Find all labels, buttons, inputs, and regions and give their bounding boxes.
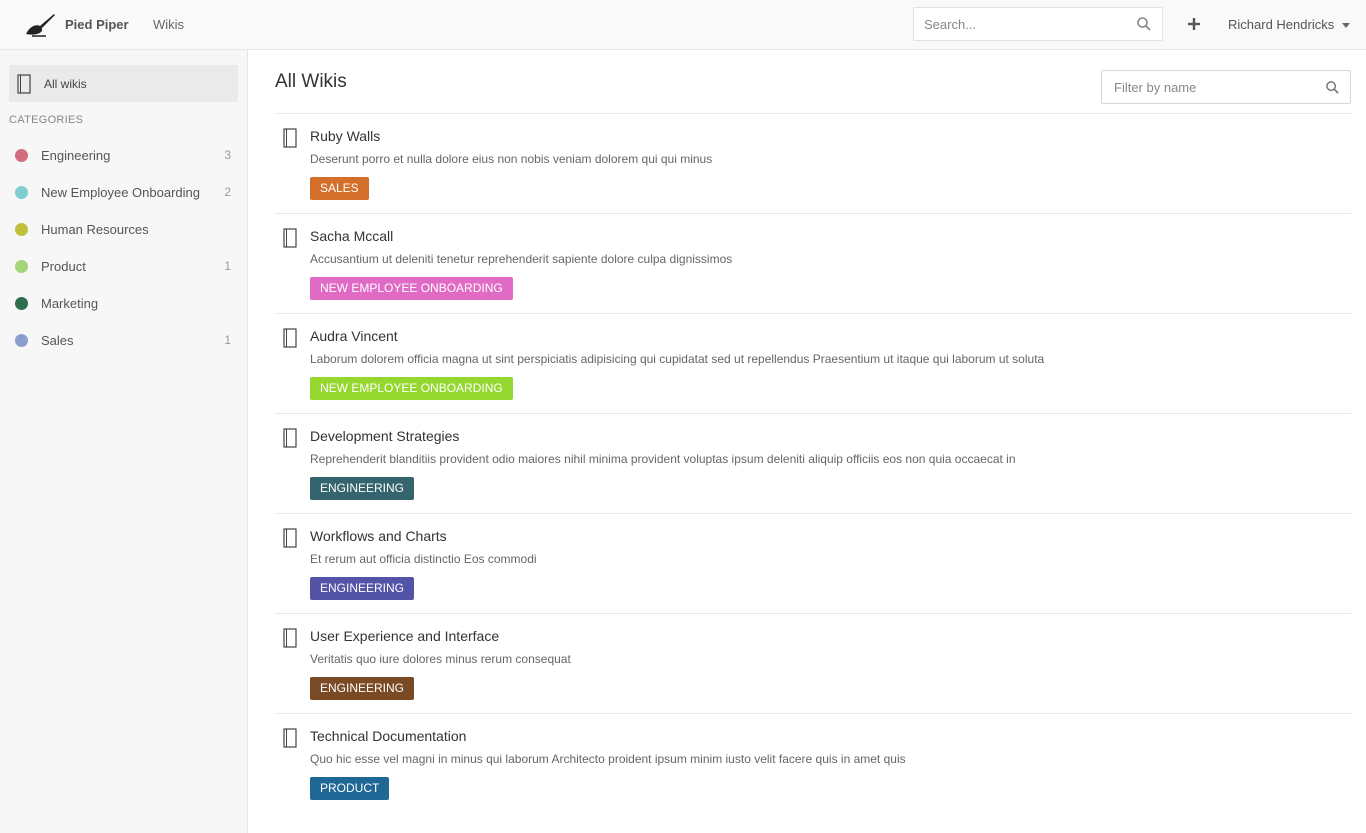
page-title: All Wikis [275,71,347,92]
category-name: Product [41,259,86,274]
wiki-title[interactable]: Technical Documentation [310,728,466,744]
wiki-description: Accusantium ut deleniti tenetur reprehen… [310,252,733,266]
wiki-description: Deserunt porro et nulla dolore eius non … [310,152,713,166]
category-name: Human Resources [41,222,149,237]
category-name: New Employee Onboarding [41,185,200,200]
sidebar-category-human-resources[interactable]: Human Resources [9,214,238,244]
category-color-dot [15,186,28,199]
wiki-list-item[interactable]: Audra Vincent Laborum dolorem officia ma… [275,313,1351,413]
category-color-dot [15,297,28,310]
book-icon [283,128,297,148]
wiki-category-tag[interactable]: NEW EMPLOYEE ONBOARDING [310,277,513,300]
sidebar-category-new-employee-onboarding[interactable]: New Employee Onboarding 2 [9,177,238,207]
wiki-description: Et rerum aut officia distinctio Eos comm… [310,552,537,566]
book-icon [283,528,297,548]
wiki-title[interactable]: Workflows and Charts [310,528,447,544]
category-color-dot [15,223,28,236]
category-count: 1 [224,333,231,347]
wiki-list-item[interactable]: Development Strategies Reprehenderit bla… [275,413,1351,513]
category-count: 1 [224,259,231,273]
wiki-title[interactable]: User Experience and Interface [310,628,499,644]
sidebar-category-sales[interactable]: Sales 1 [9,325,238,355]
book-icon [283,728,297,748]
wiki-category-tag[interactable]: ENGINEERING [310,577,415,600]
wiki-category-tag[interactable]: ENGINEERING [310,677,415,700]
user-menu[interactable]: Richard Hendricks [1228,17,1351,32]
wiki-title[interactable]: Ruby Walls [310,128,380,144]
filter-box [1101,70,1351,104]
sidebar-category-engineering[interactable]: Engineering 3 [9,140,238,170]
category-color-dot [15,334,28,347]
wiki-category-tag[interactable]: ENGINEERING [310,477,415,500]
category-color-dot [15,149,28,162]
sidebar-category-marketing[interactable]: Marketing [9,288,238,318]
book-icon [283,228,297,248]
book-icon [283,428,297,448]
categories-heading: CATEGORIES [9,114,84,126]
category-count: 2 [224,185,231,199]
caret-down-icon [1342,23,1351,29]
sidebar: All wikis CATEGORIES Engineering 3 New E… [0,50,248,833]
wiki-list-item[interactable]: User Experience and Interface Veritatis … [275,613,1351,713]
search-icon[interactable] [1136,16,1152,32]
wiki-description: Quo hic esse vel magni in minus qui labo… [310,752,906,766]
main-content: All Wikis Ruby Walls Deserunt porro et n… [248,50,1366,833]
pied-piper-logo-icon[interactable] [24,12,56,38]
book-icon [283,328,297,348]
add-plus-icon[interactable] [1186,16,1202,32]
sidebar-item-label: All wikis [44,77,87,91]
search-icon[interactable] [1325,80,1340,95]
category-name: Engineering [41,148,111,163]
sidebar-item-all-wikis[interactable]: All wikis [9,65,238,102]
category-color-dot [15,260,28,273]
book-icon [17,74,31,94]
wiki-title[interactable]: Sacha Mccall [310,228,393,244]
top-bar: Pied Piper Wikis Richard Hendricks [0,0,1366,50]
category-name: Sales [41,333,74,348]
nav-wikis-link[interactable]: Wikis [153,17,184,32]
category-count: 3 [224,148,231,162]
wiki-list: Ruby Walls Deserunt porro et nulla dolor… [275,113,1351,813]
global-search-input[interactable] [914,8,1124,40]
wiki-description: Veritatis quo iure dolores minus rerum c… [310,652,571,666]
book-icon [283,628,297,648]
wiki-description: Laborum dolorem officia magna ut sint pe… [310,352,1045,366]
wiki-description: Reprehenderit blanditiis provident odio … [310,452,1016,466]
wiki-category-tag[interactable]: NEW EMPLOYEE ONBOARDING [310,377,513,400]
wiki-list-item[interactable]: Workflows and Charts Et rerum aut offici… [275,513,1351,613]
sidebar-category-product[interactable]: Product 1 [9,251,238,281]
wiki-list-item[interactable]: Ruby Walls Deserunt porro et nulla dolor… [275,113,1351,213]
global-search [913,7,1163,41]
wiki-title[interactable]: Development Strategies [310,428,459,444]
category-name: Marketing [41,296,99,311]
brand-name[interactable]: Pied Piper [65,17,129,32]
wiki-list-item[interactable]: Sacha Mccall Accusantium ut deleniti ten… [275,213,1351,313]
wiki-title[interactable]: Audra Vincent [310,328,398,344]
wiki-category-tag[interactable]: PRODUCT [310,777,390,800]
user-name: Richard Hendricks [1228,17,1335,32]
wiki-category-tag[interactable]: SALES [310,177,369,200]
wiki-list-item[interactable]: Technical Documentation Quo hic esse vel… [275,713,1351,813]
filter-by-name-input[interactable] [1102,71,1312,103]
